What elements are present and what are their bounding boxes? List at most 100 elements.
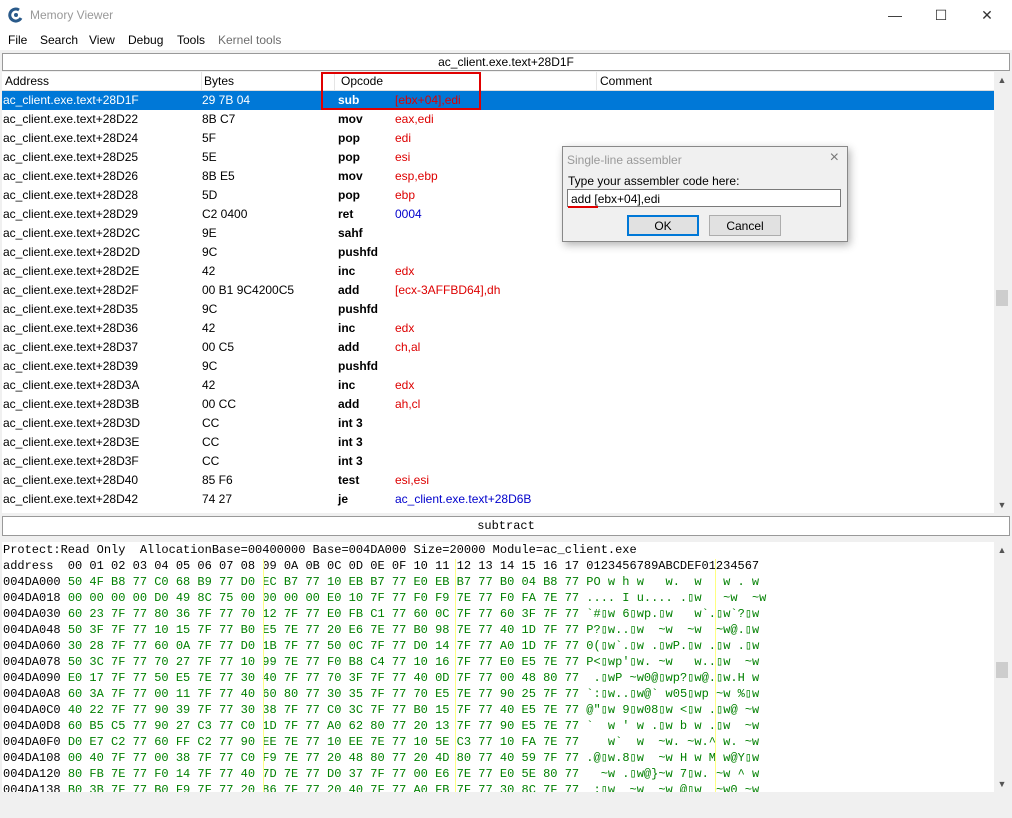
hex-horizontal-scrollbar[interactable] [2,794,1008,812]
hex-row-bytes: 00 40 7F 77 00 38 7F 77 C0 F9 7E 77 20 4… [67,751,760,765]
row-bytes: CC [202,435,220,449]
menu-view[interactable]: View [89,33,115,47]
hex-row[interactable]: 004DA120 80 FB 7E 77 F0 14 7F 77 40 7D 7… [3,766,759,782]
row-address: ac_client.exe.text+28D29 [3,207,139,221]
hex-row[interactable]: 004DA078 50 3C 7F 77 70 27 7F 77 10 99 7… [3,654,759,670]
row-operands: ac_client.exe.text+28D6B [395,492,532,506]
ok-button[interactable]: OK [627,215,699,236]
hex-scrollbar[interactable]: ▲ ▼ [994,542,1010,792]
hex-row-bytes: 00 00 00 00 D0 49 8C 75 00 00 00 00 E0 1… [67,591,767,605]
row-address: ac_client.exe.text+28D26 [3,169,139,183]
hex-row[interactable]: 004DA060 30 28 7F 77 60 0A 7F 77 D0 1B 7… [3,638,759,654]
menu-tools[interactable]: Tools [177,33,205,47]
row-mnemonic: pushfd [338,245,378,259]
row-mnemonic: inc [338,321,356,335]
row-mnemonic: add [338,340,360,354]
row-operands: [ecx-3AFFBD64],dh [395,283,501,297]
row-mnemonic: mov [338,112,363,126]
hex-group-separator [715,559,716,792]
row-address: ac_client.exe.text+28D25 [3,150,139,164]
row-bytes: C2 0400 [202,207,248,221]
hex-scroll-up-icon[interactable]: ▲ [994,542,1010,558]
scrollbar-thumb[interactable] [996,290,1008,306]
disasm-row[interactable]: ac_client.exe.text+28D2F 00 B1 9C4200C5 ad… [2,281,994,300]
disassembler-scrollbar[interactable]: ▲ ▼ [994,72,1010,513]
hex-row-bytes: 50 3C 7F 77 70 27 7F 77 10 99 7E 77 F0 B… [67,655,760,669]
hex-row[interactable]: 004DA0F0 D0 E7 C2 77 60 FF C2 77 90 EE 7… [3,734,759,750]
current-address-label[interactable]: ac_client.exe.text+28D1F [2,53,1010,71]
close-button[interactable]: ✕ [964,0,1010,30]
row-operands: edx [395,378,415,392]
row-bytes: 9C [202,302,218,316]
hex-row-address: 004DA090 [3,671,61,685]
row-bytes: 9C [202,359,218,373]
row-bytes: 00 B1 9C4200C5 [202,283,295,297]
column-comment[interactable]: Comment [597,72,996,90]
disasm-row-selected[interactable]: ac_client.exe.text+28D1F 29 7B 04 sub [ebx+… [2,91,994,110]
column-bytes[interactable]: Bytes [202,72,335,90]
hex-row[interactable]: 004DA0C0 40 22 7F 77 90 39 7F 77 30 38 7… [3,702,759,718]
menu-file[interactable]: File [8,33,27,47]
row-mnemonic: inc [338,378,356,392]
row-operands: esi,esi [395,473,430,487]
hex-row-address: 004DA0C0 [3,703,61,717]
scroll-up-arrow-icon[interactable]: ▲ [994,72,1010,88]
minimize-button[interactable]: — [872,0,918,30]
assembler-input[interactable]: add [ebx+04],edi [567,189,841,207]
hex-row[interactable]: 004DA048 50 3F 7F 77 10 15 7F 77 B0 E5 7… [3,622,759,638]
hex-row[interactable]: 004DA0D8 60 B5 C5 77 90 27 C3 77 C0 1D 7… [3,718,759,734]
menu-kernel-tools[interactable]: Kernel tools [218,33,281,47]
disasm-row[interactable]: ac_client.exe.text+28D3D CC int 3 [2,414,994,433]
hex-row-bytes: 60 B5 C5 77 90 27 C3 77 C0 1D 7F 77 A0 6… [67,719,760,733]
column-address[interactable]: Address [2,72,202,90]
dialog-close-icon[interactable]: × [830,149,839,167]
hex-row[interactable]: 004DA090 E0 17 7F 77 50 E5 7E 77 30 40 7… [3,670,759,686]
hex-row-address: 004DA0F0 [3,735,61,749]
row-mnemonic: test [338,473,360,487]
row-address: ac_client.exe.text+28D2C [3,226,141,240]
row-address: ac_client.exe.text+28D1F [3,93,139,107]
hex-row-bytes: E0 17 7F 77 50 E5 7E 77 30 40 7F 77 70 3… [67,671,760,685]
row-bytes: 00 CC [202,397,237,411]
disasm-row[interactable]: ac_client.exe.text+28D36 42 inc edx [2,319,994,338]
hex-row[interactable]: 004DA000 50 4F B8 77 C0 68 B9 77 D0 EC B… [3,574,759,590]
disasm-row[interactable]: ac_client.exe.text+28D2E 42 inc edx [2,262,994,281]
scroll-down-arrow-icon[interactable]: ▼ [994,497,1010,513]
disasm-row[interactable]: ac_client.exe.text+28D2D 9C pushfd [2,243,994,262]
hex-row[interactable]: 004DA0A8 60 3A 7F 77 00 11 7F 77 40 60 8… [3,686,759,702]
row-bytes: 00 C5 [202,340,235,354]
row-bytes: 9E [202,226,217,240]
disasm-row[interactable]: ac_client.exe.text+28D37 00 C5 add ch,al [2,338,994,357]
disasm-row[interactable]: ac_client.exe.text+28D40 85 F6 test esi,esi [2,471,994,490]
disasm-row[interactable]: ac_client.exe.text+28D22 8B C7 mov eax,edi [2,110,994,129]
maximize-button[interactable]: ☐ [918,0,964,30]
cancel-button[interactable]: Cancel [709,215,781,236]
disasm-row[interactable]: ac_client.exe.text+28D3E CC int 3 [2,433,994,452]
row-operands: edx [395,264,415,278]
hex-row[interactable]: 004DA030 60 23 7F 77 80 36 7F 77 70 12 7… [3,606,759,622]
menu-search[interactable]: Search [40,33,78,47]
instruction-description: subtract [2,516,1010,536]
hex-view[interactable]: Protect:Read Only AllocationBase=0040000… [2,542,994,792]
hex-row-address: 004DA018 [3,591,61,605]
hex-row[interactable]: 004DA138 B0 3B 7F 77 B0 F9 7F 77 20 86 7… [3,782,759,792]
hex-row[interactable]: 004DA018 00 00 00 00 D0 49 8C 75 00 00 0… [3,590,766,606]
disasm-row[interactable]: ac_client.exe.text+28D3B 00 CC add ah,cl [2,395,994,414]
disasm-row[interactable]: ac_client.exe.text+28D3F CC int 3 [2,452,994,471]
disasm-row[interactable]: ac_client.exe.text+28D39 9C pushfd [2,357,994,376]
hex-row-bytes: 50 3F 7F 77 10 15 7F 77 B0 E5 7E 77 20 E… [67,623,760,637]
hex-row-bytes: 80 FB 7E 77 F0 14 7F 77 40 7D 7E 77 D0 3… [67,767,760,781]
row-bytes: 29 7B 04 [202,93,251,107]
row-operands: ch,al [395,340,421,354]
disasm-row[interactable]: ac_client.exe.text+28D3A 42 inc edx [2,376,994,395]
row-mnemonic: inc [338,264,356,278]
disasm-row[interactable]: ac_client.exe.text+28D35 9C pushfd [2,300,994,319]
hex-row-address: 004DA0A8 [3,687,61,701]
hex-row-address: 004DA030 [3,607,61,621]
disasm-row[interactable]: ac_client.exe.text+28D42 74 27 je ac_client… [2,490,994,509]
hex-scroll-down-icon[interactable]: ▼ [994,776,1010,792]
row-operands: esp,ebp [395,169,438,183]
hex-row[interactable]: 004DA108 00 40 7F 77 00 38 7F 77 C0 F9 7… [3,750,759,766]
menu-debug[interactable]: Debug [128,33,163,47]
hex-scrollbar-thumb[interactable] [996,662,1008,678]
